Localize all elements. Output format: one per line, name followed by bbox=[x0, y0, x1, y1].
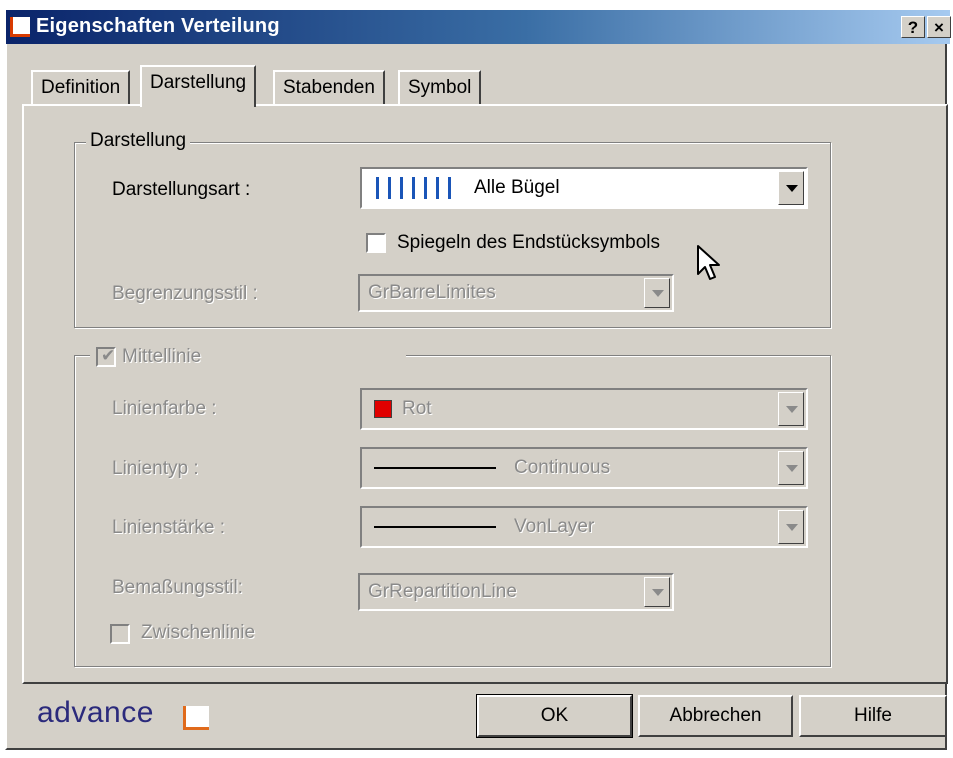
begrenzungsstil-dropdown-button[interactable] bbox=[644, 278, 670, 308]
spiegeln-checkbox[interactable] bbox=[366, 233, 386, 253]
chevron-down-icon bbox=[652, 589, 664, 596]
color-swatch-icon bbox=[374, 400, 392, 418]
linienfarbe-combo[interactable]: Rot bbox=[360, 388, 808, 430]
chevron-down-icon bbox=[786, 524, 798, 531]
mittellinie-label: Mittellinie bbox=[122, 346, 202, 367]
linientyp-value: Continuous bbox=[514, 457, 611, 478]
begrenzungsstil-value: GrBarreLimites bbox=[368, 282, 496, 303]
advance-logo-icon bbox=[183, 706, 209, 730]
tab-stabenden[interactable]: Stabenden bbox=[273, 70, 385, 104]
tab-symbol[interactable]: Symbol bbox=[398, 70, 482, 104]
help-dialog-button[interactable]: Hilfe bbox=[799, 695, 947, 737]
darstellungsart-label: Darstellungsart : bbox=[112, 179, 251, 200]
linienstaerke-combo[interactable]: VonLayer bbox=[360, 506, 808, 548]
spiegeln-label: Spiegeln des Endstücksymbols bbox=[397, 232, 660, 253]
mittellinie-checkbox[interactable]: ✔ bbox=[96, 346, 116, 367]
ok-button[interactable]: OK bbox=[476, 694, 633, 738]
chevron-down-icon bbox=[786, 185, 798, 192]
linienfarbe-label: Linienfarbe : bbox=[112, 398, 217, 419]
title-bar[interactable]: Eigenschaften Verteilung ? × bbox=[6, 10, 951, 44]
close-button[interactable]: × bbox=[927, 16, 951, 38]
window-title: Eigenschaften Verteilung bbox=[36, 15, 280, 37]
darstellungsart-dropdown-button[interactable] bbox=[778, 171, 804, 205]
darstellungsart-combo[interactable]: Alle Bügel bbox=[360, 167, 808, 209]
zwischenlinie-checkbox[interactable] bbox=[110, 624, 130, 644]
cancel-button[interactable]: Abbrechen bbox=[638, 695, 793, 737]
checkmark-icon: ✔ bbox=[101, 346, 116, 365]
linientyp-combo[interactable]: Continuous bbox=[360, 447, 808, 489]
advance-logo-text: advance bbox=[37, 696, 154, 729]
darstellung-group-legend: Darstellung bbox=[86, 130, 191, 152]
linienstaerke-value: VonLayer bbox=[514, 516, 595, 537]
chevron-down-icon bbox=[652, 290, 664, 297]
chevron-down-icon bbox=[786, 465, 798, 472]
linienfarbe-dropdown-button[interactable] bbox=[778, 392, 804, 426]
help-button[interactable]: ? bbox=[901, 16, 925, 38]
tab-darstellung[interactable]: Darstellung bbox=[140, 65, 257, 107]
linientyp-label: Linientyp : bbox=[112, 458, 199, 479]
begrenzungsstil-combo[interactable]: GrBarreLimites bbox=[358, 274, 674, 312]
bemassungsstil-value: GrRepartitionLine bbox=[368, 581, 517, 602]
line-preview-icon bbox=[374, 467, 496, 469]
line-preview-icon bbox=[374, 526, 496, 528]
zwischenlinie-label: Zwischenlinie bbox=[141, 622, 256, 643]
linienstaerke-label: Linienstärke : bbox=[112, 517, 226, 538]
app-icon bbox=[10, 17, 30, 37]
linienfarbe-value: Rot bbox=[402, 398, 432, 419]
mouse-pointer-icon bbox=[697, 245, 720, 280]
bemassungsstil-combo[interactable]: GrRepartitionLine bbox=[358, 573, 674, 611]
begrenzungsstil-label: Begrenzungsstil : bbox=[112, 283, 258, 304]
tab-definition[interactable]: Definition bbox=[31, 70, 131, 104]
linienstaerke-dropdown-button[interactable] bbox=[778, 510, 804, 544]
chevron-down-icon bbox=[786, 406, 798, 413]
bemassungsstil-dropdown-button[interactable] bbox=[644, 577, 670, 607]
darstellungsart-value: Alle Bügel bbox=[474, 177, 560, 198]
bemassungsstil-label: Bemaßungsstil: bbox=[112, 577, 243, 598]
linientyp-dropdown-button[interactable] bbox=[778, 451, 804, 485]
stirrups-preview-icon bbox=[376, 177, 460, 199]
